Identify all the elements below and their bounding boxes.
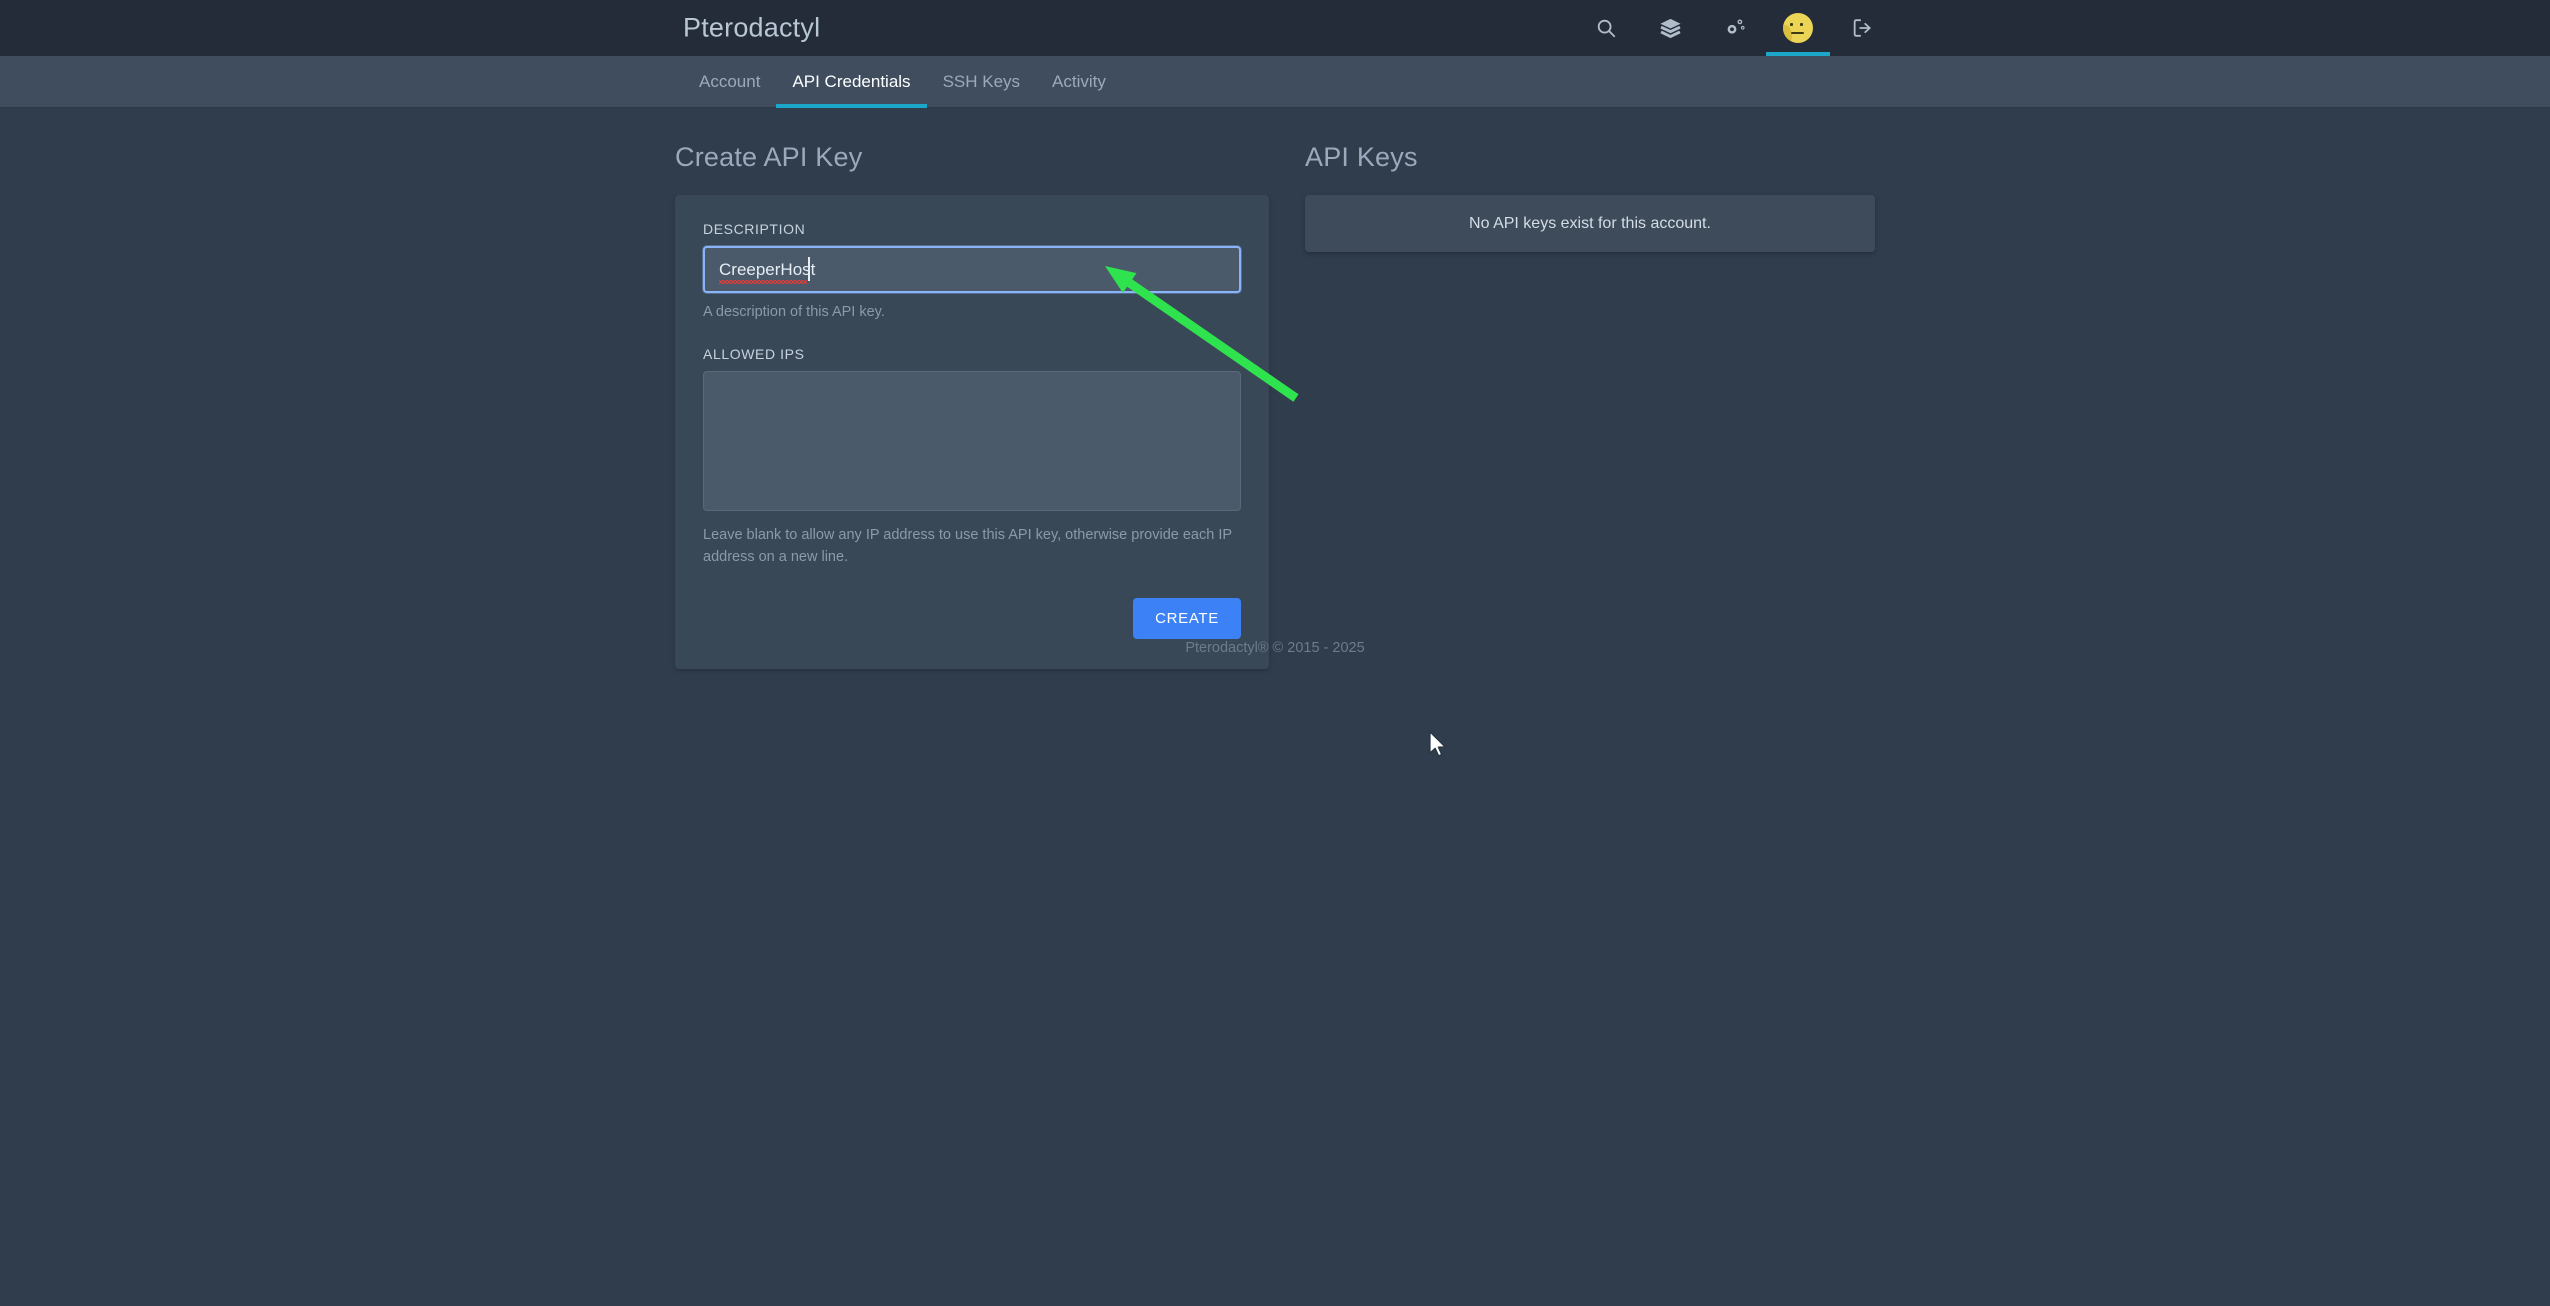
layers-icon bbox=[1659, 18, 1681, 38]
avatar bbox=[1783, 13, 1813, 43]
sub-navigation-bar: Account API Credentials SSH Keys Activit… bbox=[0, 56, 2550, 108]
gears-icon bbox=[1727, 18, 1745, 34]
tab-ssh-keys[interactable]: SSH Keys bbox=[927, 56, 1036, 108]
top-navigation-bar: Pterodactyl bbox=[0, 0, 2550, 56]
allowed-ips-hint: Leave blank to allow any IP address to u… bbox=[703, 526, 1232, 565]
tab-api-credentials[interactable]: API Credentials bbox=[776, 56, 927, 108]
avatar-shading bbox=[1783, 25, 1792, 43]
admin-icon-button[interactable] bbox=[1702, 0, 1766, 56]
create-api-key-heading: Create API Key bbox=[675, 142, 863, 172]
logout-icon bbox=[1853, 19, 1871, 37]
tab-list: Account API Credentials SSH Keys Activit… bbox=[683, 56, 1122, 108]
servers-icon-button[interactable] bbox=[1638, 0, 1702, 56]
description-hint: A description of this API key. bbox=[703, 304, 885, 320]
create-button[interactable]: Create bbox=[1133, 598, 1241, 640]
description-label: Description bbox=[703, 221, 806, 237]
allowed-ips-label: Allowed IPs bbox=[703, 345, 805, 362]
footer-copyright: Pterodactyl® © 2015 - 2025 bbox=[1185, 640, 1365, 656]
api-keys-column: API Keys No API keys exist for this acco… bbox=[1305, 108, 1875, 669]
create-api-key-card: Description A description of this API ke… bbox=[675, 195, 1269, 670]
account-avatar-button[interactable] bbox=[1766, 0, 1830, 56]
form-actions: Create bbox=[703, 598, 1241, 640]
search-icon bbox=[1597, 19, 1616, 38]
tab-activity[interactable]: Activity bbox=[1036, 56, 1122, 108]
tab-account[interactable]: Account bbox=[683, 56, 776, 108]
description-input-wrapper bbox=[703, 246, 1241, 293]
logout-icon-button[interactable] bbox=[1830, 0, 1894, 56]
create-api-key-column: Create API Key Description A description… bbox=[675, 108, 1269, 670]
description-field-group: Description A description of this API ke… bbox=[703, 221, 1241, 324]
text-cursor bbox=[808, 257, 810, 281]
nav-icon-group bbox=[1574, 0, 1894, 56]
allowed-ips-textarea[interactable] bbox=[703, 370, 1241, 511]
api-keys-heading: API Keys bbox=[1305, 142, 1418, 172]
description-input[interactable] bbox=[703, 246, 1241, 293]
content-container: Create API Key Description A description… bbox=[675, 108, 1875, 670]
allowed-ips-field-group: Allowed IPs Leave blank to allow any IP … bbox=[703, 346, 1241, 569]
api-keys-empty-state: No API keys exist for this account. bbox=[1305, 195, 1875, 252]
search-icon-button[interactable] bbox=[1574, 0, 1638, 56]
mouse-cursor bbox=[1429, 731, 1446, 757]
app-brand-title[interactable]: Pterodactyl bbox=[683, 13, 820, 44]
